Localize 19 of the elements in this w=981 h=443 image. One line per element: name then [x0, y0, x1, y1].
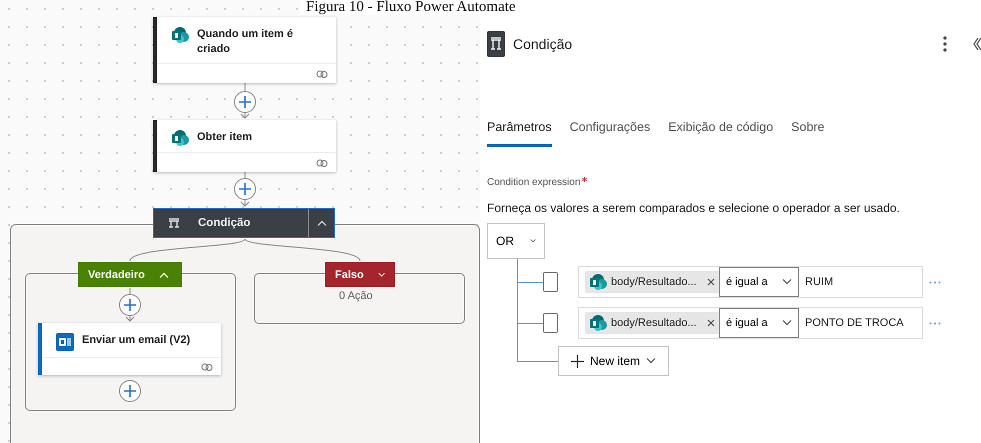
action-card[interactable]: Obter item: [153, 120, 336, 172]
tab[interactable]: Parâmetros: [487, 116, 552, 147]
operator-dropdown[interactable]: OR: [487, 223, 545, 259]
new-item-button[interactable]: New item: [558, 346, 670, 376]
card-title: Quando um item é criado: [197, 27, 294, 57]
card-title: Enviar um email (V2): [82, 333, 190, 348]
branch-toggle[interactable]: Falso: [325, 262, 395, 287]
tab[interactable]: Exibição de código: [668, 116, 774, 147]
action-card[interactable]: Quando um item é criado: [153, 17, 336, 83]
branch-toggle[interactable]: Verdadeiro: [78, 262, 182, 287]
condition-title: Condição: [198, 217, 250, 229]
action-card[interactable]: Enviar um email (V2): [38, 323, 221, 375]
tab[interactable]: Configurações: [570, 116, 650, 147]
action-count: 0 Ação: [339, 290, 373, 302]
field-label: Condition expression: [487, 177, 580, 188]
panel-title: Condição: [513, 36, 572, 52]
tab[interactable]: Sobre: [791, 116, 825, 147]
card-title: Obter item: [197, 130, 252, 145]
description-text: Forneça os valores a serem comparados e selecione o operador a ser usado.: [487, 201, 901, 215]
